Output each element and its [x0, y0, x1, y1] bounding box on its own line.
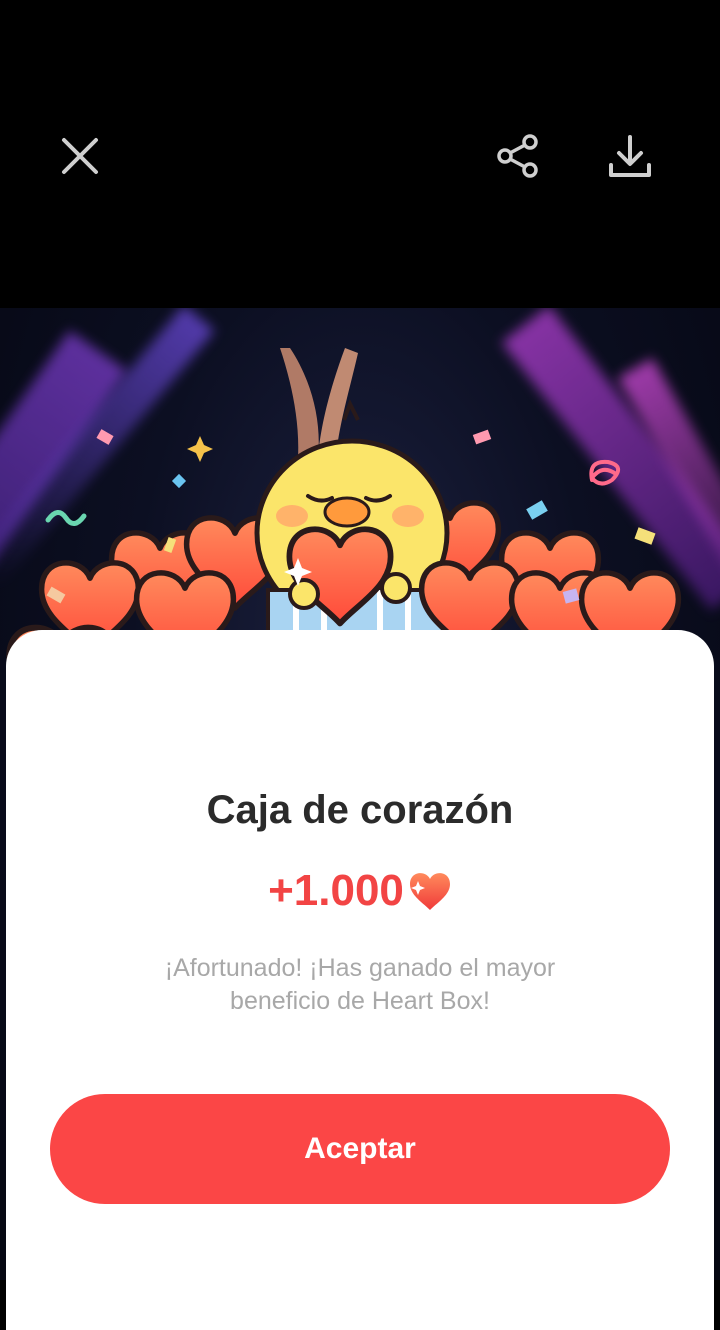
top-bar	[0, 0, 720, 308]
share-icon	[497, 134, 538, 178]
share-button[interactable]	[486, 124, 550, 188]
close-icon	[62, 138, 98, 174]
download-button[interactable]	[598, 124, 662, 188]
reward-description: ¡Afortunado! ¡Has ganado el mayor benefi…	[164, 954, 556, 1015]
close-button[interactable]	[48, 124, 112, 188]
amount-value: +1.000	[268, 866, 404, 915]
download-icon	[609, 135, 651, 177]
reward-title: Caja de corazón	[206, 788, 514, 832]
accept-button[interactable]: Aceptar	[50, 1094, 670, 1204]
heart-icon	[409, 873, 450, 910]
reward-amount: +1.000	[0, 866, 720, 916]
